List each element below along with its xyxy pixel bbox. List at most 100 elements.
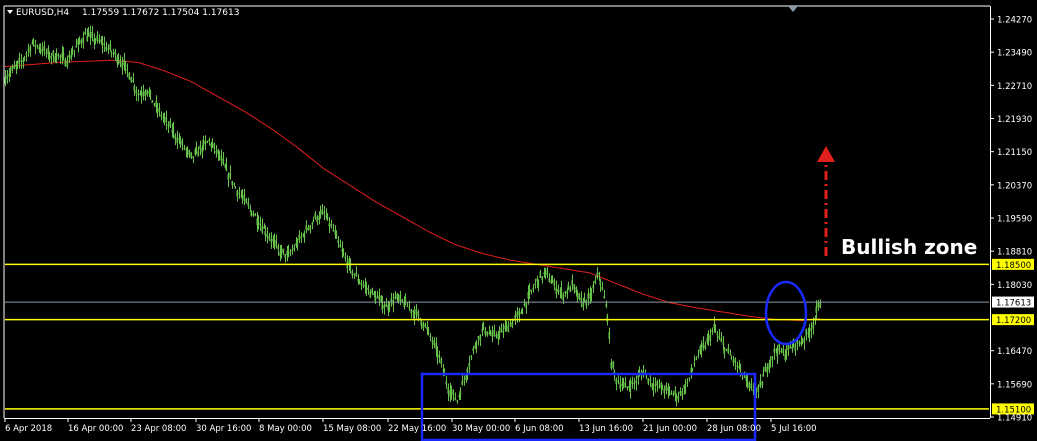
candle bbox=[119, 55, 122, 68]
candle bbox=[344, 252, 347, 262]
candle bbox=[810, 322, 813, 339]
candle bbox=[84, 28, 87, 35]
chart-shift-marker[interactable] bbox=[788, 6, 798, 12]
candle bbox=[578, 292, 581, 301]
candle bbox=[463, 375, 466, 386]
candle bbox=[596, 267, 599, 280]
bullish-arrow-head[interactable] bbox=[817, 146, 835, 162]
time-tick-label: 5 Jul 16:00 bbox=[771, 424, 817, 434]
candle bbox=[135, 86, 138, 102]
candle bbox=[305, 220, 308, 234]
candle bbox=[300, 232, 303, 243]
candle bbox=[452, 389, 455, 402]
candle bbox=[440, 357, 443, 368]
candle bbox=[165, 110, 168, 130]
candle bbox=[704, 341, 707, 351]
candle bbox=[291, 244, 294, 255]
candle bbox=[238, 186, 241, 199]
chart-menu-icon[interactable] bbox=[7, 10, 13, 14]
candle bbox=[220, 149, 223, 167]
candle bbox=[530, 289, 533, 295]
candle bbox=[567, 281, 570, 290]
candle bbox=[404, 293, 407, 306]
candle bbox=[252, 210, 255, 217]
candle bbox=[215, 145, 218, 158]
candle bbox=[637, 369, 640, 385]
candle bbox=[718, 328, 721, 341]
candle bbox=[75, 38, 78, 48]
time-tick-label: 23 Apr 08:00 bbox=[131, 424, 186, 434]
candle bbox=[475, 340, 478, 354]
candle bbox=[564, 290, 567, 297]
candle bbox=[279, 245, 282, 262]
current-price-text: 1.17613 bbox=[996, 299, 1031, 309]
candle bbox=[217, 148, 220, 161]
candle bbox=[456, 399, 459, 404]
candle bbox=[633, 377, 636, 390]
candle bbox=[396, 292, 399, 302]
ohlc-readout: 1.17559 1.17672 1.17504 1.17613 bbox=[82, 8, 239, 18]
candle bbox=[681, 387, 684, 400]
candle bbox=[43, 41, 46, 56]
candle bbox=[592, 281, 595, 294]
candle bbox=[192, 156, 195, 164]
candle bbox=[158, 102, 161, 117]
price-tick-label: 1.15690 bbox=[997, 380, 1032, 390]
candle bbox=[679, 387, 682, 397]
levels-layer: 1.185001.172001.151001.17613 bbox=[5, 258, 1034, 415]
candle bbox=[734, 357, 737, 370]
candle bbox=[383, 301, 386, 315]
candle bbox=[573, 283, 576, 294]
candle bbox=[603, 289, 606, 299]
candle bbox=[424, 322, 427, 329]
candle bbox=[89, 25, 92, 45]
candle bbox=[103, 36, 106, 52]
candle bbox=[204, 135, 207, 151]
candle bbox=[233, 182, 236, 187]
candle bbox=[672, 390, 675, 397]
candle bbox=[303, 230, 306, 243]
moving-average-line bbox=[4, 59, 821, 322]
candle bbox=[488, 325, 491, 335]
time-tick-label: 28 Jun 08:00 bbox=[707, 424, 761, 434]
bullish-zone-label: Bullish zone bbox=[841, 235, 977, 259]
candle bbox=[149, 89, 152, 100]
candle bbox=[270, 232, 273, 249]
candle bbox=[77, 38, 80, 53]
candle bbox=[326, 213, 329, 221]
candle bbox=[479, 334, 482, 347]
candle bbox=[195, 141, 198, 155]
candle bbox=[690, 364, 693, 379]
candle bbox=[484, 327, 487, 337]
time-tick-label: 13 Jun 16:00 bbox=[579, 424, 633, 434]
candle bbox=[392, 292, 395, 313]
candle bbox=[80, 38, 83, 48]
candle bbox=[771, 356, 774, 368]
candle bbox=[8, 68, 11, 82]
candle bbox=[376, 290, 379, 299]
candle bbox=[378, 288, 381, 306]
candle bbox=[261, 218, 264, 235]
candle bbox=[553, 278, 556, 291]
time-tick-label: 21 Jun 00:00 bbox=[643, 424, 697, 434]
candle bbox=[91, 26, 94, 42]
candle bbox=[805, 328, 808, 341]
candle bbox=[587, 288, 590, 306]
price-tick-label: 1.20370 bbox=[997, 181, 1032, 191]
symbol-label: EURUSD,H4 bbox=[16, 8, 69, 18]
candle bbox=[615, 377, 618, 391]
candle bbox=[762, 366, 765, 377]
candle bbox=[658, 379, 661, 389]
candle bbox=[298, 230, 301, 243]
candle bbox=[323, 206, 326, 221]
candle bbox=[468, 355, 471, 375]
candle bbox=[780, 347, 783, 354]
candle bbox=[502, 323, 505, 338]
candle bbox=[133, 84, 136, 96]
breakout-ellipse[interactable] bbox=[764, 280, 808, 346]
time-tick-label: 6 Apr 2018 bbox=[5, 424, 52, 434]
candle bbox=[569, 285, 572, 293]
candle bbox=[773, 343, 776, 360]
candle bbox=[190, 152, 193, 160]
candle bbox=[34, 39, 37, 55]
